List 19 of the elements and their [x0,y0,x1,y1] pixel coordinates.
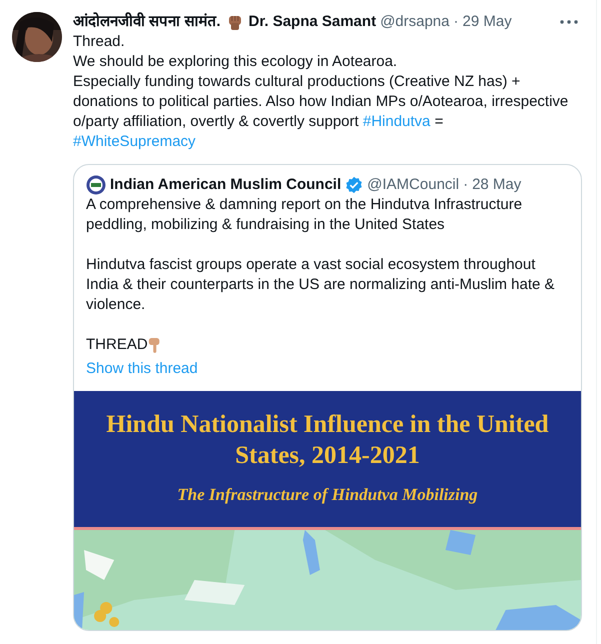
separator-dot: · [454,12,458,32]
tweet-text: Thread. We should be exploring this ecology in Aotearoa. Especially funding towards cultural productions (Creative NZ has) + donations to political parties. Also how Indian MPs o/Aotearoa, irrespective o/party affiliation, overtly & covertly support #Hindutva = #WhiteSupremacy [73,32,570,152]
author-name[interactable]: Indian American Muslim Council [110,175,342,195]
fist-icon [226,13,243,31]
quoted-tweet[interactable] [73,164,582,631]
tweet-time[interactable]: 29 May [462,12,512,32]
author-handle[interactable]: @drsapna [380,12,450,32]
tweet-text: THREAD [86,335,148,355]
tweet-text: A comprehensive & damning report on the Hindutva Infrastructure peddling, mobilizing & fundraising in the United States Hindutva fascist groups operate a vast social ecosystem throughout India & their counterparts in the US are normalizing anti-Muslim hate & violence. [86,195,556,315]
author-handle[interactable]: @IAMCouncil [367,175,460,195]
separator-dot: · [463,175,468,195]
report-title: Hindu Nationalist Influence in the United States, 2014-2021 [105,410,550,471]
pointing-hand-icon [148,336,162,354]
author-name[interactable]: Dr. Sapna Samant [248,12,376,32]
emblem-icon [86,175,106,195]
tweet-time[interactable]: 28 May [472,175,522,195]
more-icon[interactable] [560,20,578,24]
author-name[interactable]: आंदोलनजीवी सपना सामंत. [73,12,221,32]
report-subtitle: The Infrastructure of Hindutva Mobilizing [177,485,478,505]
